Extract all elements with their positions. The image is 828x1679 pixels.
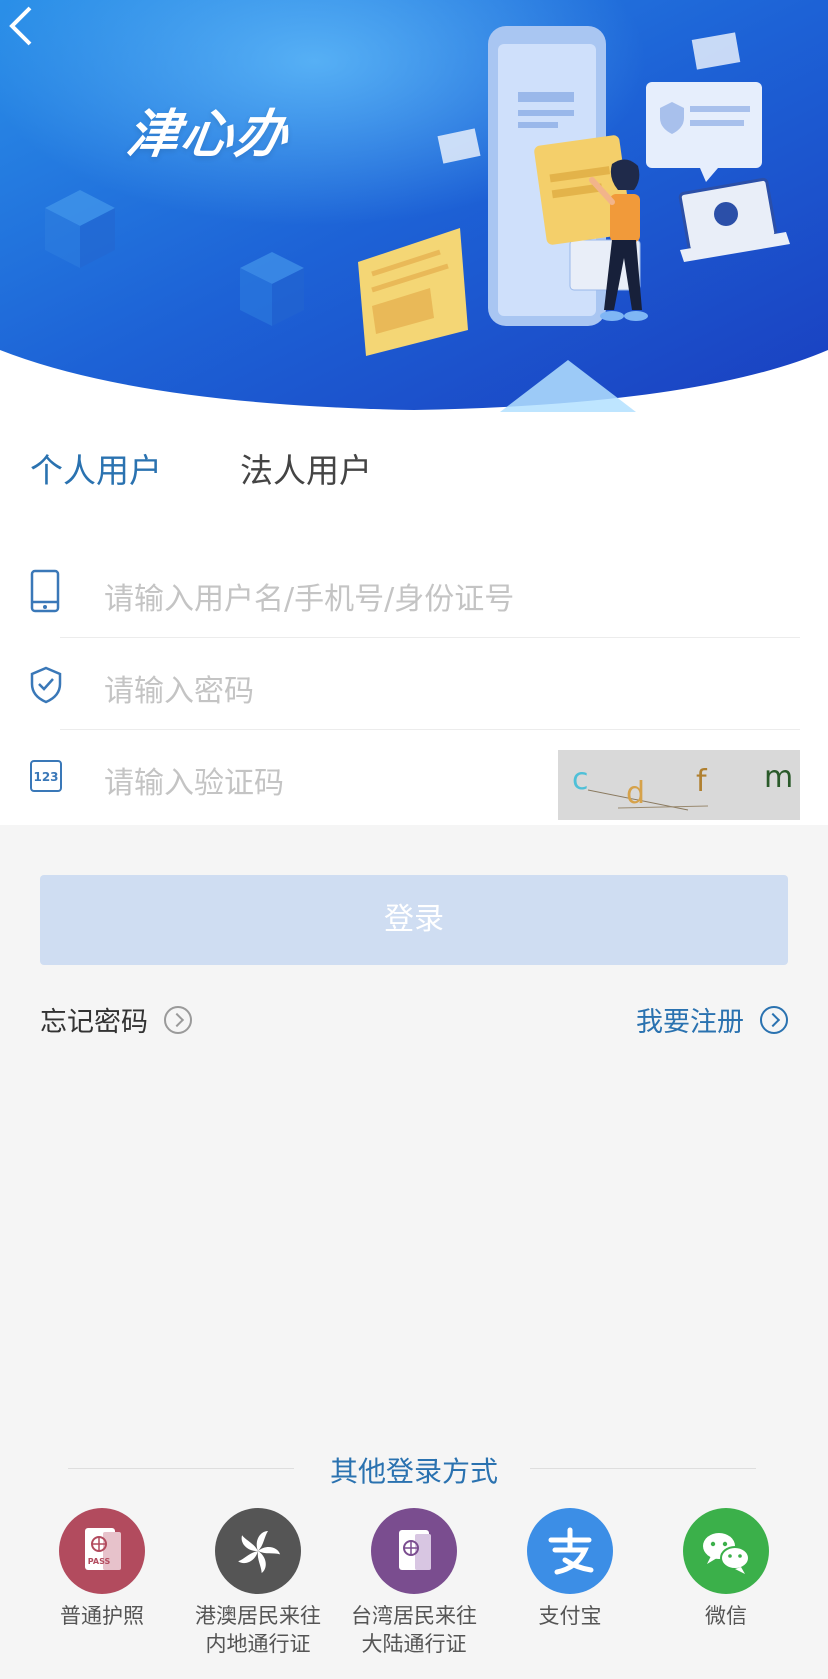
tab-personal-user[interactable]: 个人用户 bbox=[30, 444, 162, 492]
login-method-passport[interactable]: PASS 普通护照 bbox=[22, 1508, 182, 1630]
tab-legal-user[interactable]: 法人用户 bbox=[240, 444, 372, 492]
chevron-right-circle-icon bbox=[760, 1005, 788, 1034]
hero-banner: 津心办 bbox=[0, 0, 828, 412]
login-method-label: 支付宝 bbox=[538, 1604, 602, 1628]
svg-text:123: 123 bbox=[33, 770, 58, 784]
wechat-icon bbox=[683, 1508, 769, 1594]
label-line: 内地通行证 bbox=[205, 1632, 311, 1656]
passport-icon: PASS bbox=[59, 1508, 145, 1594]
login-form-card: 个人用户 法人用户 请输入用户名/手机号/身份证号 请输入密码 123 请输入验… bbox=[0, 412, 828, 825]
forgot-password-link[interactable]: 忘记密码 bbox=[40, 1000, 192, 1039]
login-method-wechat[interactable]: 微信 bbox=[646, 1508, 806, 1630]
numeric-123-icon: 123 bbox=[30, 760, 62, 792]
captcha-char: f bbox=[696, 764, 707, 799]
captcha-char: m bbox=[764, 760, 794, 795]
tab-personal-label: 个人用户 bbox=[30, 451, 162, 490]
login-method-label: 台湾居民来往 大陆通行证 bbox=[334, 1602, 494, 1658]
password-field[interactable]: 请输入密码 bbox=[0, 638, 828, 730]
captcha-image[interactable]: c d f m bbox=[558, 750, 800, 820]
captcha-placeholder: 请输入验证码 bbox=[104, 766, 284, 801]
permit-card-icon bbox=[371, 1508, 457, 1594]
passport-badge-text: PASS bbox=[88, 1557, 111, 1566]
hero-illustration bbox=[0, 0, 828, 412]
username-field[interactable]: 请输入用户名/手机号/身份证号 bbox=[0, 546, 828, 638]
label-line: 港澳居民来往 bbox=[195, 1604, 321, 1628]
captcha-char: c bbox=[572, 762, 589, 797]
captcha-field[interactable]: 123 请输入验证码 bbox=[0, 730, 540, 822]
back-chevron-icon[interactable] bbox=[0, 0, 40, 52]
username-placeholder: 请输入用户名/手机号/身份证号 bbox=[104, 582, 515, 617]
register-link[interactable]: 我要注册 bbox=[636, 1000, 788, 1039]
login-method-alipay[interactable]: 支付宝 bbox=[490, 1508, 650, 1630]
register-label: 我要注册 bbox=[636, 1007, 744, 1038]
login-method-hk-macao-permit[interactable]: 港澳居民来往 内地通行证 bbox=[178, 1508, 338, 1658]
alipay-icon bbox=[527, 1508, 613, 1594]
login-button[interactable]: 登录 bbox=[40, 875, 788, 965]
forgot-password-label: 忘记密码 bbox=[40, 1007, 148, 1038]
label-line: 大陆通行证 bbox=[361, 1632, 467, 1656]
login-method-taiwan-permit[interactable]: 台湾居民来往 大陆通行证 bbox=[334, 1508, 494, 1658]
login-method-label: 微信 bbox=[705, 1604, 747, 1628]
phone-icon bbox=[30, 569, 60, 613]
shield-check-icon bbox=[30, 666, 62, 704]
other-login-methods: PASS 普通护照 港澳居民来往 内地通行证 台湾居民来往 大陆通行证 支付宝 … bbox=[0, 1508, 828, 1658]
chat-bubble bbox=[646, 82, 762, 182]
brand-logo-text: 津心办 bbox=[123, 104, 294, 165]
login-method-label: 普通护照 bbox=[60, 1604, 144, 1628]
login-method-label: 港澳居民来往 内地通行证 bbox=[178, 1602, 338, 1658]
label-line: 台湾居民来往 bbox=[351, 1604, 477, 1628]
password-placeholder: 请输入密码 bbox=[104, 674, 254, 709]
captcha-char: d bbox=[626, 776, 646, 811]
other-login-title: 其他登录方式 bbox=[329, 1455, 498, 1488]
chevron-right-circle-icon bbox=[164, 1005, 192, 1034]
bauhinia-icon bbox=[215, 1508, 301, 1594]
